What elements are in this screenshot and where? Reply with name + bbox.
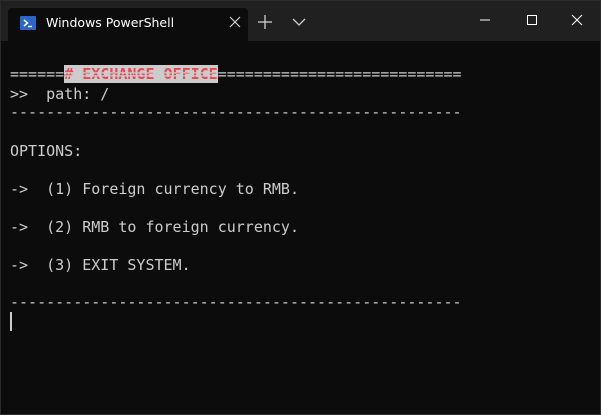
- option-1: -> (1) Foreign currency to RMB.: [10, 180, 299, 198]
- path-line: >> path: /: [10, 85, 110, 103]
- close-icon[interactable]: [228, 15, 242, 29]
- close-icon: [571, 14, 583, 26]
- terminal-output[interactable]: # EXCHANGE OFFICE ======================…: [10, 45, 595, 410]
- tab-dropdown-button[interactable]: [288, 11, 310, 33]
- plus-icon: [258, 15, 272, 29]
- text-cursor: [10, 312, 12, 331]
- maximize-button[interactable]: [509, 1, 555, 39]
- minimize-icon: [480, 19, 490, 21]
- powershell-icon: [20, 16, 36, 30]
- option-2: -> (2) RMB to foreign currency.: [10, 218, 299, 236]
- tab-title: Windows PowerShell: [46, 15, 175, 30]
- minimize-button[interactable]: [462, 1, 508, 39]
- new-tab-button[interactable]: [254, 11, 276, 33]
- tab-windows-powershell[interactable]: Windows PowerShell: [8, 8, 248, 41]
- options-label: OPTIONS:: [10, 142, 83, 160]
- close-window-button[interactable]: [554, 1, 600, 39]
- double-rule: ========================================…: [10, 65, 462, 83]
- maximize-icon: [527, 15, 537, 25]
- bottom-rule: ----------------------------------------…: [10, 293, 462, 311]
- powershell-window: Windows PowerShell # EXCHANGE OFFICE ===…: [0, 0, 601, 415]
- tab-bar: Windows PowerShell: [1, 1, 600, 41]
- single-rule: ----------------------------------------…: [10, 103, 462, 121]
- option-3: -> (3) EXIT SYSTEM.: [10, 256, 191, 274]
- chevron-down-icon: [292, 18, 306, 26]
- heading-line: # EXCHANGE OFFICE: [10, 46, 218, 83]
